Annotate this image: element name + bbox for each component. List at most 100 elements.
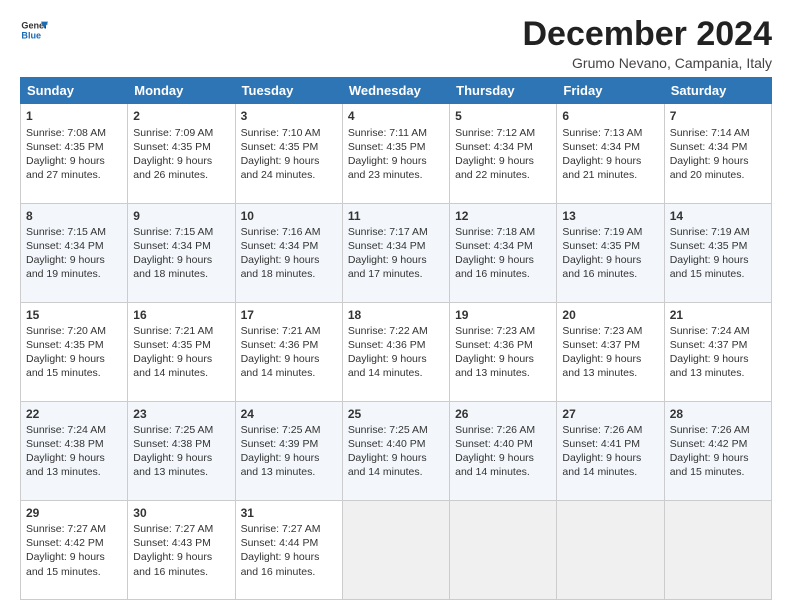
table-row: 16Sunrise: 7:21 AMSunset: 4:35 PMDayligh… <box>128 302 235 401</box>
day-number: 28 <box>670 406 766 422</box>
daylight-text: Daylight: 9 hours and 14 minutes. <box>348 452 427 478</box>
daylight-text: Daylight: 9 hours and 15 minutes. <box>26 353 105 379</box>
svg-text:Blue: Blue <box>21 30 41 40</box>
sunrise-text: Sunrise: 7:26 AM <box>562 424 642 436</box>
day-number: 6 <box>562 108 658 124</box>
daylight-text: Daylight: 9 hours and 18 minutes. <box>133 254 212 280</box>
daylight-text: Daylight: 9 hours and 26 minutes. <box>133 155 212 181</box>
table-row <box>557 500 664 599</box>
table-row: 13Sunrise: 7:19 AMSunset: 4:35 PMDayligh… <box>557 203 664 302</box>
calendar-body: 1Sunrise: 7:08 AMSunset: 4:35 PMDaylight… <box>21 104 772 600</box>
col-tuesday: Tuesday <box>235 78 342 104</box>
table-row: 20Sunrise: 7:23 AMSunset: 4:37 PMDayligh… <box>557 302 664 401</box>
col-saturday: Saturday <box>664 78 771 104</box>
daylight-text: Daylight: 9 hours and 13 minutes. <box>241 452 320 478</box>
day-number: 10 <box>241 208 337 224</box>
table-row: 2 Sunrise: 7:09 AM Sunset: 4:35 PM Daylight… <box>128 104 235 203</box>
sunrise-text: Sunrise: 7:11 AM <box>348 127 427 139</box>
sunset-text: Sunset: 4:34 PM <box>455 141 533 153</box>
day-number: 31 <box>241 505 337 521</box>
daylight-text: Daylight: 9 hours and 16 minutes. <box>562 254 641 280</box>
sunrise-text: Sunrise: 7:25 AM <box>348 424 428 436</box>
table-row: 1Sunrise: 7:08 AMSunset: 4:35 PMDaylight… <box>21 104 128 203</box>
sunset-text: Sunset: 4:42 PM <box>670 438 748 450</box>
sunset-text: Sunset: 4:43 PM <box>133 537 211 549</box>
sunrise-text: Sunrise: 7:27 AM <box>241 523 321 535</box>
daylight-text: Daylight: 9 hours and 14 minutes. <box>133 353 212 379</box>
sunrise-text: Sunrise: 7:15 AM <box>133 226 213 238</box>
sunrise-text: Sunrise: 7:18 AM <box>455 226 535 238</box>
sunset-text: Sunset: 4:34 PM <box>133 240 211 252</box>
day-number: 21 <box>670 307 766 323</box>
sunset-text: Sunset: 4:35 PM <box>133 339 211 351</box>
table-row: 30 Sunrise: 7:27 AM Sunset: 4:43 PM Dayligh… <box>128 500 235 599</box>
sunset-text: Sunset: 4:35 PM <box>562 240 640 252</box>
sunrise-text: Sunrise: 7:10 AM <box>241 127 321 139</box>
col-sunday: Sunday <box>21 78 128 104</box>
sunrise-text: Sunrise: 7:24 AM <box>670 325 750 337</box>
daylight-text: Daylight: 9 hours and 18 minutes. <box>241 254 320 280</box>
daylight-text: Daylight: 9 hours and 17 minutes. <box>348 254 427 280</box>
sunrise-text: Sunrise: 7:23 AM <box>455 325 535 337</box>
table-row: 25Sunrise: 7:25 AMSunset: 4:40 PMDayligh… <box>342 401 449 500</box>
day-number: 29 <box>26 505 122 521</box>
sunrise-text: Sunrise: 7:15 AM <box>26 226 106 238</box>
table-row: 18Sunrise: 7:22 AMSunset: 4:36 PMDayligh… <box>342 302 449 401</box>
logo: General Blue <box>20 16 48 44</box>
sunrise-text: Sunrise: 7:09 AM <box>133 127 213 139</box>
day-number: 17 <box>241 307 337 323</box>
sunset-text: Sunset: 4:40 PM <box>348 438 426 450</box>
day-number: 20 <box>562 307 658 323</box>
day-number: 2 <box>133 108 229 124</box>
daylight-text: Daylight: 9 hours and 20 minutes. <box>670 155 749 181</box>
sunset-text: Sunset: 4:34 PM <box>455 240 533 252</box>
sunset-text: Sunset: 4:34 PM <box>241 240 319 252</box>
table-row: 19Sunrise: 7:23 AMSunset: 4:36 PMDayligh… <box>450 302 557 401</box>
day-number: 5 <box>455 108 551 124</box>
sunrise-text: Sunrise: 7:21 AM <box>241 325 321 337</box>
calendar-week-row: 29Sunrise: 7:27 AMSunset: 4:42 PMDayligh… <box>21 500 772 599</box>
sunrise-text: Sunrise: 7:27 AM <box>133 523 213 535</box>
table-row: 14Sunrise: 7:19 AMSunset: 4:35 PMDayligh… <box>664 203 771 302</box>
daylight-text: Daylight: 9 hours and 13 minutes. <box>133 452 212 478</box>
daylight-text: Daylight: 9 hours and 21 minutes. <box>562 155 641 181</box>
day-number: 27 <box>562 406 658 422</box>
sunset-text: Sunset: 4:35 PM <box>26 339 104 351</box>
day-number: 22 <box>26 406 122 422</box>
table-row: 27Sunrise: 7:26 AMSunset: 4:41 PMDayligh… <box>557 401 664 500</box>
sunset-text: Sunset: 4:37 PM <box>562 339 640 351</box>
day-number: 16 <box>133 307 229 323</box>
daylight-text: Daylight: 9 hours and 24 minutes. <box>241 155 320 181</box>
sunrise-text: Sunrise: 7:17 AM <box>348 226 428 238</box>
sunrise-text: Sunrise: 7:19 AM <box>670 226 750 238</box>
sunset-text: Sunset: 4:35 PM <box>133 141 211 153</box>
sunrise-text: Sunrise: 7:13 AM <box>562 127 642 139</box>
daylight-text: Daylight: 9 hours and 13 minutes. <box>562 353 641 379</box>
table-row: 3Sunrise: 7:10 AMSunset: 4:35 PMDaylight… <box>235 104 342 203</box>
table-row: 9Sunrise: 7:15 AMSunset: 4:34 PMDaylight… <box>128 203 235 302</box>
daylight-text: Daylight: 9 hours and 19 minutes. <box>26 254 105 280</box>
daylight-text: Daylight: 9 hours and 15 minutes. <box>670 452 749 478</box>
sunset-text: Sunset: 4:37 PM <box>670 339 748 351</box>
table-row: 10Sunrise: 7:16 AMSunset: 4:34 PMDayligh… <box>235 203 342 302</box>
calendar-week-row: 1Sunrise: 7:08 AMSunset: 4:35 PMDaylight… <box>21 104 772 203</box>
table-row: 26Sunrise: 7:26 AMSunset: 4:40 PMDayligh… <box>450 401 557 500</box>
page: General Blue December 2024 Grumo Nevano,… <box>0 0 792 612</box>
daylight-text: Daylight: 9 hours and 27 minutes. <box>26 155 105 181</box>
daylight-text: Daylight: 9 hours and 13 minutes. <box>670 353 749 379</box>
daylight-text: Daylight: 9 hours and 16 minutes. <box>133 551 212 577</box>
sunset-text: Sunset: 4:35 PM <box>26 141 104 153</box>
daylight-text: Daylight: 9 hours and 13 minutes. <box>26 452 105 478</box>
title-block: December 2024 Grumo Nevano, Campania, It… <box>522 16 772 71</box>
daylight-text: Daylight: 9 hours and 23 minutes. <box>348 155 427 181</box>
daylight-text: Daylight: 9 hours and 13 minutes. <box>455 353 534 379</box>
table-row: 31Sunrise: 7:27 AMSunset: 4:44 PMDayligh… <box>235 500 342 599</box>
table-row <box>450 500 557 599</box>
daylight-text: Daylight: 9 hours and 15 minutes. <box>26 551 105 577</box>
day-number: 11 <box>348 208 444 224</box>
table-row: 22Sunrise: 7:24 AMSunset: 4:38 PMDayligh… <box>21 401 128 500</box>
calendar-header-row: Sunday Monday Tuesday Wednesday Thursday… <box>21 78 772 104</box>
sunset-text: Sunset: 4:35 PM <box>670 240 748 252</box>
day-number: 18 <box>348 307 444 323</box>
day-number: 30 <box>133 505 229 521</box>
